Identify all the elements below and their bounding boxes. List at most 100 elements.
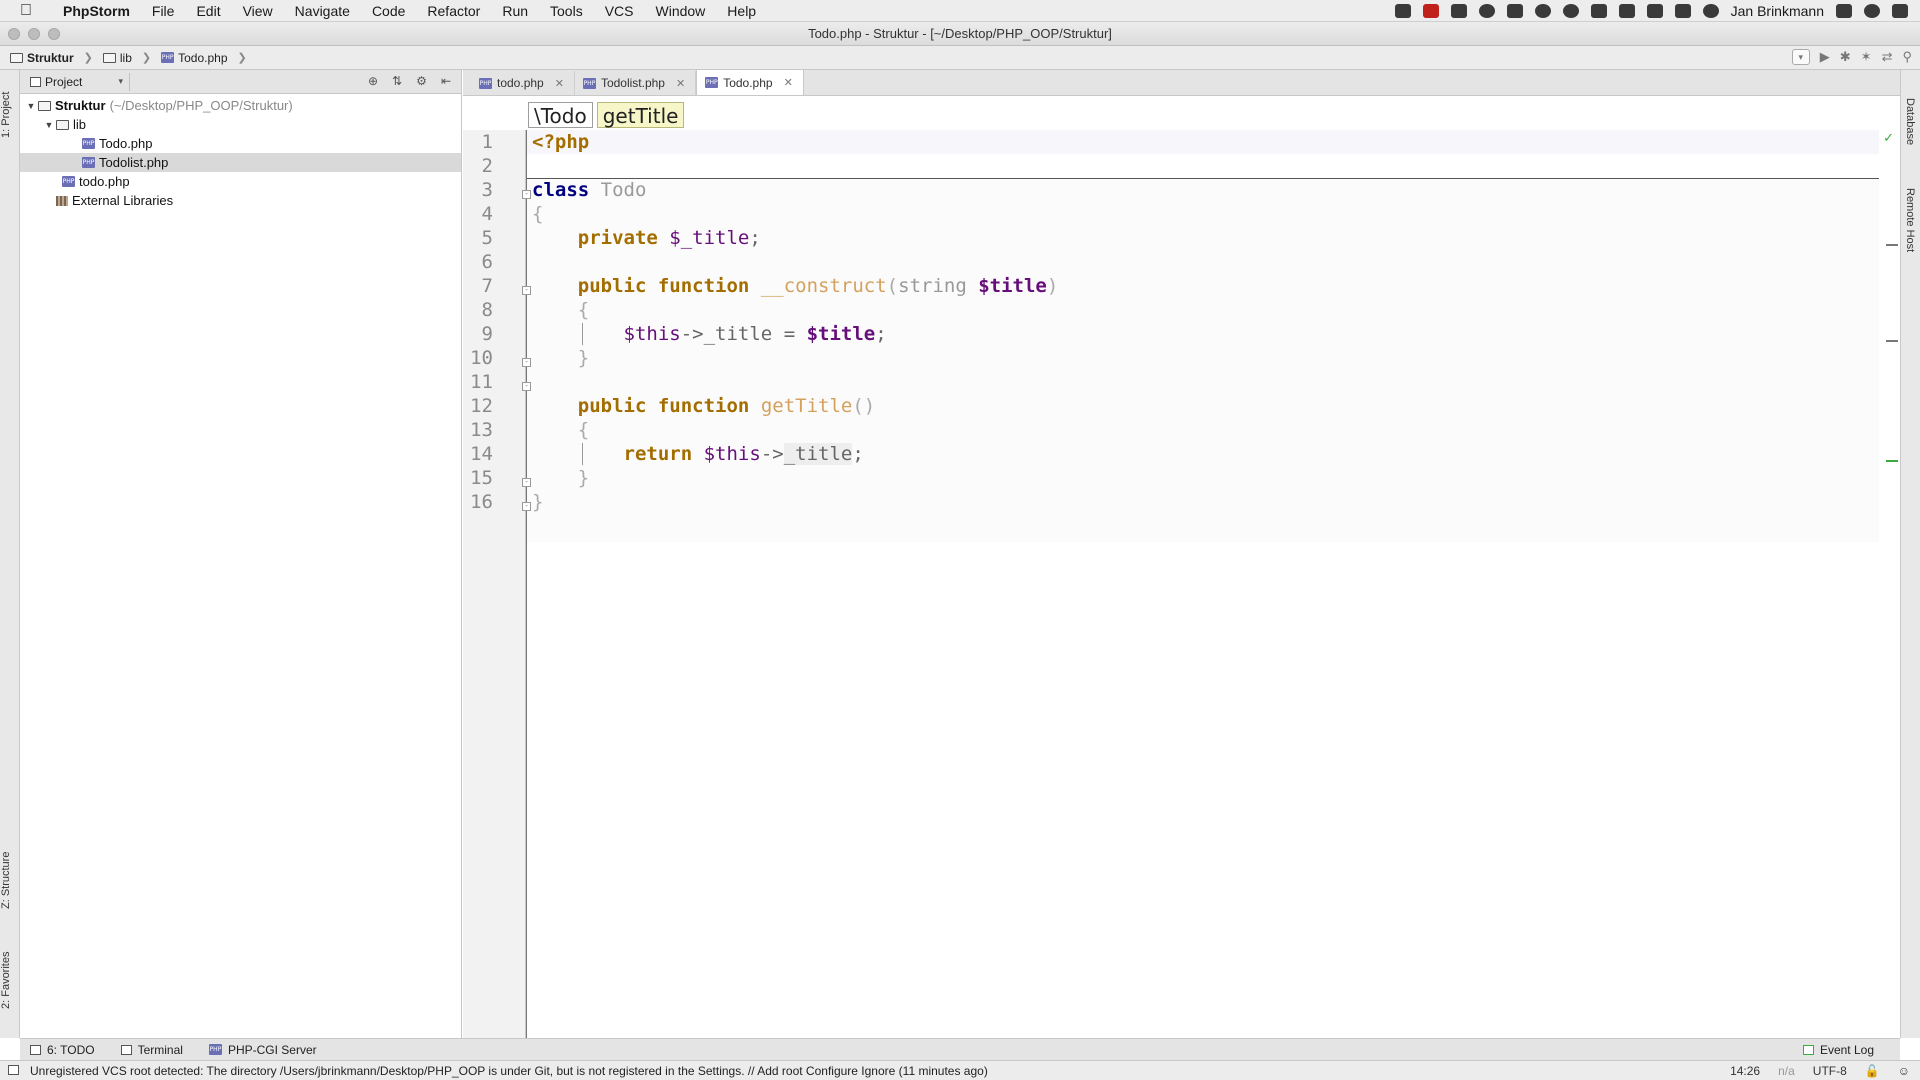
fold-marker-icon[interactable]: - [522,190,531,199]
breadcrumb-project[interactable]: Struktur [27,51,74,65]
tree-item-path: (~/Desktop/PHP_OOP/Struktur) [109,98,293,113]
fold-marker-icon[interactable]: - [522,358,531,367]
event-log-button[interactable]: Event Log [1802,1043,1874,1057]
breadcrumb-lib[interactable]: lib [120,51,132,65]
php-file-icon: PHP [62,176,75,187]
cursor-position[interactable]: 14:26 [1730,1064,1760,1078]
apple-menu-icon[interactable]:  [20,2,38,20]
expanded-arrow-icon[interactable]: ▼ [24,101,38,111]
event-log-icon [1802,1045,1814,1055]
evernote-icon[interactable] [1506,4,1523,18]
php-file-icon: PHP [479,77,492,89]
fold-marker-icon[interactable]: - [522,382,531,391]
error-stripe-mark[interactable] [1886,340,1898,342]
tab-todolist-php[interactable]: PHP Todolist.php ✕ [575,71,697,95]
menu-file[interactable]: File [141,3,186,19]
close-icon[interactable]: ✕ [555,77,564,90]
close-icon[interactable]: ✕ [784,76,793,89]
fold-marker-icon[interactable]: - [522,502,531,511]
bookmark-icon[interactable] [1450,4,1467,18]
lock-icon[interactable]: 🔓 [1865,1064,1880,1078]
php-cgi-server-tool-button[interactable]: PHP PHP-CGI Server [208,1042,317,1057]
record-icon[interactable] [1422,4,1439,18]
bluetooth-icon[interactable] [1674,4,1691,18]
tool-windows-icon[interactable] [8,1065,19,1075]
fold-marker-icon[interactable]: - [522,478,531,487]
code-crumb-class[interactable]: \Todo [528,102,593,128]
gear-icon[interactable]: ⚙ [416,74,427,88]
run-icon[interactable]: ▶ [1820,49,1830,65]
tree-item-external-libraries[interactable]: External Libraries [20,191,461,210]
menu-code[interactable]: Code [361,3,416,19]
menu-edit[interactable]: Edit [185,3,231,19]
coverage-icon[interactable]: ✶ [1861,49,1872,65]
fold-marker-icon[interactable]: - [522,286,531,295]
menu-window[interactable]: Window [645,3,717,19]
favorites-tool-tab[interactable]: 2: Favorites [0,940,20,1020]
tab-todo-php-root[interactable]: PHP todo.php ✕ [471,71,575,95]
terminal-tool-button[interactable]: Terminal [120,1042,183,1057]
terminal-label: Terminal [137,1042,183,1057]
menu-tools[interactable]: Tools [539,3,594,19]
cloud-icon[interactable] [1562,4,1579,18]
close-window-button[interactable] [8,28,20,40]
project-view-selector[interactable]: Project ▾ [30,72,130,91]
hector-icon[interactable]: ☺ [1898,1064,1910,1078]
status-message[interactable]: Unregistered VCS root detected: The dire… [30,1064,988,1078]
tab-label: Todolist.php [600,76,665,90]
php-file-icon: PHP [705,77,719,88]
structure-tool-tab[interactable]: Z: Structure [0,840,20,920]
spotlight-icon[interactable] [1864,4,1880,18]
run-config-dropdown[interactable]: ▾ [1791,49,1810,65]
tree-item-todolist-php[interactable]: PHP Todolist.php [20,153,461,172]
dropbox-icon[interactable] [1590,4,1607,18]
menu-help[interactable]: Help [716,3,767,19]
error-stripe-mark[interactable] [1886,244,1898,246]
tree-item-lib[interactable]: ▼ lib [20,115,461,134]
todo-tool-button[interactable]: 6: TODO [30,1043,95,1057]
tree-item-todo-php-root[interactable]: PHP todo.php [20,172,461,191]
debug-icon[interactable]: ✱ [1840,49,1851,65]
tree-item-struktur[interactable]: ▼ Struktur (~/Desktop/PHP_OOP/Struktur) [20,96,461,115]
code-line-12: public function getTitle() [577,395,876,417]
vcs-icon[interactable]: ⇄ [1882,49,1893,65]
tree-item-todo-php-lib[interactable]: PHP Todo.php [20,134,461,153]
code-crumb-method[interactable]: getTitle [596,102,685,128]
volume-icon[interactable] [1646,4,1663,18]
time-machine-icon[interactable] [1702,4,1719,18]
file-encoding[interactable]: UTF-8 [1813,1064,1847,1078]
database-tool-tab[interactable]: Database [1904,98,1916,145]
remote-host-tool-tab[interactable]: Remote Host [1904,188,1916,252]
close-icon[interactable]: ✕ [676,77,685,90]
search-icon[interactable]: ⚲ [1902,49,1912,65]
menu-vcs[interactable]: VCS [594,3,645,19]
current-line-highlight [527,130,1879,154]
minimize-window-button[interactable] [28,28,40,40]
locate-icon[interactable]: ⊕ [368,74,378,88]
puzzle-icon[interactable] [1618,4,1635,18]
line-separator-status[interactable]: n/a [1778,1064,1795,1078]
notification-center-icon[interactable] [1892,4,1908,18]
info-icon[interactable] [1478,4,1495,18]
screen-icon[interactable] [1394,4,1411,18]
menu-refactor[interactable]: Refactor [416,3,491,19]
collapse-icon[interactable]: ⇅ [392,74,402,88]
menu-app[interactable]: PhpStorm [52,3,141,19]
project-tool-tab[interactable]: 1: Project [0,80,20,150]
menu-view[interactable]: View [232,3,284,19]
change-stripe-mark[interactable] [1886,460,1898,462]
breadcrumb-file[interactable]: Todo.php [178,51,227,65]
user-name[interactable]: Jan Brinkmann [1731,3,1824,19]
php-cgi-server-label: PHP-CGI Server [227,1042,317,1057]
tab-todo-php-lib[interactable]: PHP Todo.php ✕ [696,69,804,95]
user-icon[interactable] [1836,4,1852,18]
leaf-icon[interactable] [1534,4,1551,18]
menu-run[interactable]: Run [491,3,539,19]
php-file-icon: PHP [208,1044,222,1055]
code-editor[interactable]: 1 2 3 4 5 6 7 8 9 10 11 12 13 14 15 16 -… [463,130,1900,1038]
menu-navigate[interactable]: Navigate [284,3,361,19]
inspection-ok-icon[interactable]: ✓ [1883,130,1894,146]
expanded-arrow-icon[interactable]: ▼ [42,120,56,130]
hide-panel-icon[interactable]: ⇤ [441,74,451,88]
zoom-window-button[interactable] [48,28,60,40]
